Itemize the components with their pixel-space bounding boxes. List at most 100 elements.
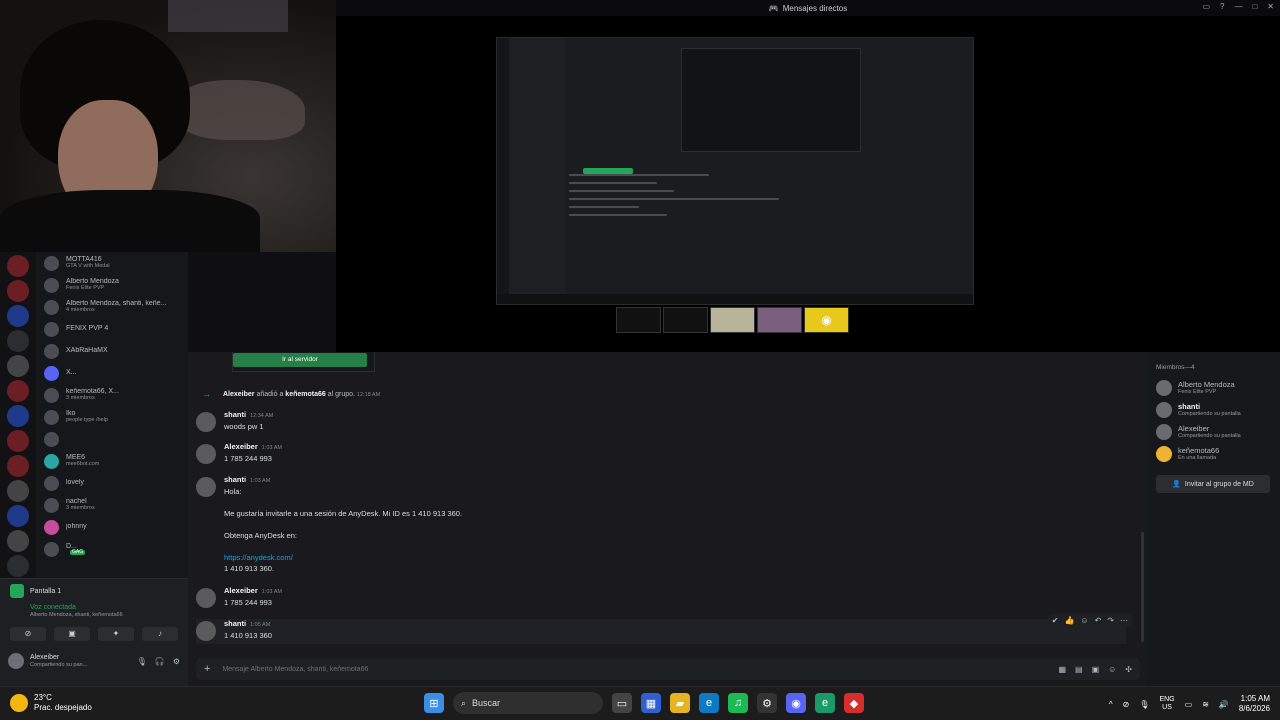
stream-thumbnail[interactable] xyxy=(663,307,708,333)
server-icon[interactable] xyxy=(7,405,29,427)
screen-share-row[interactable]: Pantalla 1 xyxy=(0,579,188,603)
server-icon[interactable] xyxy=(7,505,29,527)
gear-icon[interactable]: ⚙ xyxy=(173,657,180,666)
spotify-icon[interactable]: ♫ xyxy=(728,693,748,713)
dm-item[interactable]: lovely xyxy=(36,472,188,494)
dm-item[interactable]: XAbRaHaMX xyxy=(36,340,188,362)
dm-item[interactable]: D... GAG xyxy=(36,538,188,560)
inbox-icon[interactable]: ▭ xyxy=(1202,2,1210,11)
message-composer[interactable]: + Mensaje Alberto Mendoza, shanti, keñem… xyxy=(196,658,1140,680)
network-off-icon[interactable]: ⊘ xyxy=(1123,700,1130,709)
sticker-icon[interactable]: ▣ xyxy=(1092,665,1100,674)
server-icon[interactable] xyxy=(7,255,29,277)
dm-item[interactable] xyxy=(36,428,188,450)
stream-thumbnail[interactable] xyxy=(616,307,661,333)
dm-item[interactable]: johnny xyxy=(36,516,188,538)
server-icon[interactable] xyxy=(7,530,29,552)
message-author[interactable]: Alexeiber xyxy=(224,586,258,595)
go-to-server-button[interactable]: Ir al servidor xyxy=(233,353,367,367)
plus-icon[interactable]: + xyxy=(204,663,210,675)
anydesk-icon[interactable]: ◆ xyxy=(844,693,864,713)
windows-start-icon[interactable]: ⊞ xyxy=(424,693,444,713)
message-author[interactable]: shanti xyxy=(224,475,246,484)
weather-widget[interactable]: 23°C Prac. despejado xyxy=(10,693,92,712)
composer-placeholder[interactable]: Mensaje Alberto Mendoza, shanti, keñemot… xyxy=(222,666,1049,673)
dm-item[interactable]: nachel 3 miembros xyxy=(36,494,188,516)
dm-item[interactable]: Iko people type /help xyxy=(36,406,188,428)
gif-icon[interactable]: ▤ xyxy=(1075,665,1083,674)
dm-item[interactable]: X... xyxy=(36,362,188,384)
member-item[interactable]: shanti Compartiendo su pantalla xyxy=(1146,399,1280,421)
close-button[interactable]: ✕ xyxy=(1267,2,1274,11)
headphones-icon[interactable]: 🎧 xyxy=(155,657,165,666)
chat-message[interactable]: shanti 1:03 AM Hola: Me gustaría invitarle … xyxy=(196,475,1126,577)
chat-message[interactable]: shanti 12:34 AM woods pw 1 xyxy=(196,410,1126,435)
steam-icon[interactable]: ⚙ xyxy=(757,693,777,713)
activities-button[interactable]: ✦ xyxy=(98,627,134,642)
language-indicator[interactable]: ENG US xyxy=(1159,696,1174,713)
avatar[interactable] xyxy=(196,621,216,641)
file-explorer-icon[interactable]: ▰ xyxy=(670,693,690,713)
apps-icon[interactable]: ✣ xyxy=(1125,665,1132,674)
forward-icon[interactable]: ↷ xyxy=(1107,616,1114,625)
server-icon[interactable] xyxy=(7,305,29,327)
wifi-icon[interactable]: ≋ xyxy=(1202,700,1209,709)
server-icon[interactable] xyxy=(7,555,29,577)
discord-icon[interactable]: ◉ xyxy=(786,693,806,713)
message-link[interactable]: https://anydesk.com/ xyxy=(224,553,293,562)
dm-item[interactable]: FENIX PVP 4 xyxy=(36,318,188,340)
share-screen-button[interactable]: ▣ xyxy=(54,627,90,642)
chevron-up-icon[interactable]: ^ xyxy=(1109,700,1113,709)
message-author[interactable]: shanti xyxy=(224,410,246,419)
camera-off-button[interactable]: ⊘ xyxy=(10,627,46,642)
server-icon[interactable] xyxy=(7,455,29,477)
stream-thumbnail[interactable] xyxy=(757,307,802,333)
stream-thumbnail[interactable]: ◉ xyxy=(804,307,849,333)
server-icon[interactable] xyxy=(7,480,29,502)
avatar[interactable] xyxy=(196,477,216,497)
message-author[interactable]: Alexeiber xyxy=(224,442,258,451)
dm-item[interactable]: Alberto Mendoza Fenix Elite PVP xyxy=(36,274,188,296)
more-icon[interactable]: ⋯ xyxy=(1120,616,1128,625)
member-item[interactable]: keñemota66 En una llamada xyxy=(1146,443,1280,465)
check-icon[interactable]: ✔ xyxy=(1052,616,1059,625)
help-icon[interactable]: ? xyxy=(1220,2,1224,11)
maximize-button[interactable]: □ xyxy=(1252,2,1257,11)
emoji-icon[interactable]: ☺ xyxy=(1080,616,1088,625)
microphone-icon[interactable]: 🎙 xyxy=(1139,700,1149,709)
dm-item[interactable]: MEE6 mee6bot.com xyxy=(36,450,188,472)
avatar[interactable] xyxy=(196,412,216,432)
chat-message[interactable]: shanti 1:05 AM 1 410 913 360 xyxy=(196,619,1126,644)
message-author[interactable]: shanti xyxy=(224,619,246,628)
member-item[interactable]: Alberto Mendoza Fenix Elite PVP xyxy=(1146,377,1280,399)
microphone-icon[interactable]: 🎙 xyxy=(137,657,147,666)
volume-icon[interactable]: 🔊 xyxy=(1219,700,1229,709)
dm-item[interactable]: keñemota66, X... 3 miembros xyxy=(36,384,188,406)
gift-icon[interactable]: ▦ xyxy=(1058,665,1066,674)
reply-icon[interactable]: ↶ xyxy=(1095,616,1102,625)
chat-scrollbar[interactable] xyxy=(1141,532,1144,642)
member-item[interactable]: Alexeiber Compartiendo su pantalla xyxy=(1146,421,1280,443)
server-icon[interactable] xyxy=(7,355,29,377)
stream-thumbnail[interactable] xyxy=(710,307,755,333)
avatar[interactable] xyxy=(196,444,216,464)
dm-item[interactable]: MOTTA416 GTA V with Medal xyxy=(36,252,188,274)
avatar[interactable] xyxy=(196,588,216,608)
task-view-icon[interactable]: ▭ xyxy=(612,693,632,713)
dm-item[interactable]: Alberto Mendoza, shanti, keñe... 4 miembr… xyxy=(36,296,188,318)
emoji-icon[interactable]: ☺ xyxy=(1108,665,1116,674)
monitor-icon[interactable]: ▭ xyxy=(1185,700,1193,709)
chat-message[interactable]: Alexeiber 1:03 AM 1 785 244 993 xyxy=(196,442,1126,467)
system-actor[interactable]: Alexeiber xyxy=(223,391,255,398)
system-target[interactable]: keñemota66 xyxy=(285,391,325,398)
store-icon[interactable]: ▦ xyxy=(641,693,661,713)
thumbs-up-icon[interactable]: 👍 xyxy=(1064,616,1074,625)
taskbar-search[interactable]: ⌕ Buscar xyxy=(453,692,603,714)
server-icon[interactable] xyxy=(7,280,29,302)
server-icon[interactable] xyxy=(7,380,29,402)
invite-to-dm-button[interactable]: 👤 Invitar al grupo de MD xyxy=(1156,475,1270,493)
soundboard-button[interactable]: ♪ xyxy=(142,627,178,642)
chat-message[interactable]: Alexeiber 1:03 AM 1 785 244 993 xyxy=(196,586,1126,611)
edge-icon[interactable]: e xyxy=(699,693,719,713)
clock[interactable]: 1:05 AM 8/6/2026 xyxy=(1239,694,1270,714)
